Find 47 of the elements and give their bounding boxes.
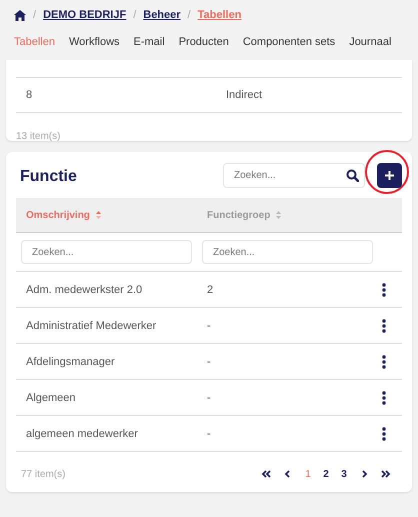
table-cell-text: -	[207, 320, 212, 332]
table-cell-text: Afdelingsmanager	[26, 356, 116, 368]
item-count: 77 item(s)	[21, 468, 66, 480]
breadcrumb-separator: /	[133, 9, 136, 21]
breadcrumb-link[interactable]: Beheer	[143, 9, 181, 21]
nav-tab[interactable]: Producten	[178, 32, 229, 52]
item-count: 13 item(s)	[16, 131, 62, 142]
breadcrumb-separator: /	[33, 9, 36, 21]
kebab-icon	[382, 282, 386, 296]
search-field[interactable]: Zoeken...	[223, 162, 365, 188]
table-cell-text: Algemeen	[26, 392, 77, 404]
more-button[interactable]	[382, 318, 386, 332]
highlight-circle	[365, 150, 409, 194]
more-button[interactable]	[382, 354, 386, 368]
filter-field[interactable]: Zoeken...	[202, 240, 373, 264]
section-title: Functie	[19, 167, 78, 186]
more-button[interactable]	[382, 390, 386, 404]
nav-tab[interactable]: Componenten sets	[242, 32, 336, 52]
nav-tab[interactable]: Journaal	[349, 32, 392, 52]
add-button[interactable]	[377, 162, 402, 188]
table-cell-text: Indirect	[226, 89, 264, 101]
breadcrumb-link[interactable]: DEMO BEDRIJF	[43, 9, 126, 21]
kebab-icon	[382, 390, 386, 404]
nav-tab[interactable]: Workflows	[68, 32, 120, 52]
breadcrumb-separator: /	[188, 9, 191, 21]
table-cell-text: Adm. medewerkster 2.0	[26, 284, 144, 296]
table-cell-text: 8	[26, 89, 34, 101]
page-button[interactable]: 3	[338, 468, 350, 480]
home-icon[interactable]	[14, 10, 26, 20]
table-cell-text: algemeen medewerker	[26, 428, 139, 440]
page-button[interactable]: 2	[320, 468, 332, 480]
search-icon[interactable]	[346, 168, 359, 182]
table-cell-text: -	[207, 392, 212, 404]
more-button[interactable]	[382, 282, 386, 296]
sort-icon	[276, 211, 282, 219]
plus-icon	[385, 170, 394, 180]
table-cell-text: Administratief Medewerker	[26, 320, 158, 332]
table-cell-text: 2	[207, 284, 214, 296]
kebab-icon	[382, 354, 386, 368]
table-cell-text: -	[207, 356, 212, 368]
filter-field[interactable]: Zoeken...	[21, 240, 192, 264]
nav-tab[interactable]: E-mail	[134, 32, 165, 52]
table-cell-text: -	[207, 428, 212, 440]
kebab-icon	[382, 426, 386, 440]
sort-icon	[96, 211, 101, 219]
more-button[interactable]	[382, 426, 386, 440]
kebab-icon	[382, 318, 386, 332]
